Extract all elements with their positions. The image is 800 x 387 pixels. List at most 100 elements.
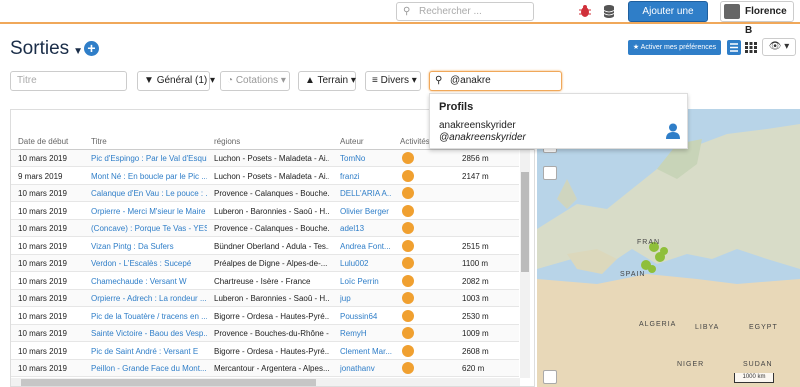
table-row[interactable]: 10 mars 2019 Vizan Pintg : Da Sufers Bündn… <box>11 238 519 255</box>
table-row[interactable]: 9 mars 2019 Mont Né : En boucle par le Pi… <box>11 168 519 185</box>
cell-author[interactable]: Lulu002 <box>340 255 392 272</box>
cell-title[interactable]: Orpierre - Merci M'sieur le Maire <box>91 203 207 220</box>
scrollbar-thumb[interactable] <box>21 379 316 386</box>
cell-author[interactable]: franzi <box>340 168 392 185</box>
column-activities[interactable]: Activités <box>400 137 430 146</box>
table-row[interactable]: 10 mars 2019 Calanque d'En Vau : Le pouce… <box>11 185 519 202</box>
cotations-filter-button[interactable]: ◔ Cotations ▾ <box>220 71 290 91</box>
cell-title[interactable]: Mont Né : En boucle par le Pic ... <box>91 168 207 185</box>
table-row[interactable]: 10 mars 2019 Sainte Victoire - Baou des V… <box>11 325 519 342</box>
search-icon: ⚲ <box>435 75 443 86</box>
cell-author[interactable]: Olivier Berger <box>340 203 392 220</box>
map-label: ALGERIA <box>639 321 677 328</box>
cell-title[interactable]: Pic de la Touatère / tracens en ... <box>91 308 207 325</box>
visibility-dropdown[interactable]: 👁 ▾ <box>762 38 796 56</box>
table-row[interactable]: 10 mars 2019 Pic de Saint André : Versant… <box>11 343 519 360</box>
activity-icon <box>402 238 418 255</box>
cell-author[interactable]: RemyH <box>340 325 392 342</box>
user-icon[interactable] <box>666 123 680 139</box>
cell-region: Luberon - Baronnies - Saoû - H... <box>214 206 329 216</box>
profile-handle[interactable]: @anakreenskyrider <box>439 132 526 143</box>
layers-icon[interactable] <box>543 370 557 384</box>
filter-icon: ▼ <box>144 75 157 86</box>
bug-icon[interactable] <box>578 4 592 18</box>
column-regions[interactable]: régions <box>214 137 240 146</box>
table-row[interactable]: 10 mars 2019 Orpierre - Adrech : La ronde… <box>11 290 519 307</box>
page-title[interactable]: Sorties ▼ <box>10 38 83 60</box>
column-author[interactable]: Auteur <box>340 137 364 146</box>
global-search-placeholder: Rechercher ... <box>419 6 482 17</box>
cell-altitude: 2608 m <box>462 346 489 356</box>
map-marker-cluster[interactable] <box>648 265 656 273</box>
cell-altitude: 2856 m <box>462 154 489 163</box>
user-menu[interactable]: Florence B <box>720 1 794 36</box>
scrollbar-thumb[interactable] <box>521 172 529 272</box>
cell-region: Chartreuse - Isère - France <box>214 276 311 286</box>
map-marker-cluster[interactable] <box>655 252 665 262</box>
table-row[interactable]: 10 mars 2019 Pic d'Espingo : Par le Val d… <box>11 150 519 167</box>
user-search-input[interactable]: ⚲ @anakre <box>429 71 562 91</box>
cell-altitude: 1003 m <box>462 294 489 303</box>
table-row[interactable]: 10 mars 2019 Peillon - Grande Face du Mon… <box>11 360 519 377</box>
column-title[interactable]: Titre <box>91 137 107 146</box>
table-row[interactable]: 10 mars 2019 Verdon - L'Escalès : Sucepé P… <box>11 255 519 272</box>
add-icon[interactable]: + <box>84 41 99 56</box>
cell-date: 10 mars 2019 <box>18 364 67 373</box>
cell-title[interactable]: Orpierre - Adrech : La rondeur ... <box>91 290 207 307</box>
cell-title[interactable]: Calanque d'En Vau : Le pouce : ... <box>91 185 207 202</box>
table-row[interactable]: 10 mars 2019 Orpierre - Merci M'sieur le … <box>11 203 519 220</box>
cell-author[interactable]: Loïc Perrin <box>340 273 392 290</box>
cell-region: Provence - Calanques - Bouche... <box>214 189 329 198</box>
cell-altitude <box>462 203 512 220</box>
cell-author[interactable]: TomNo <box>340 150 392 167</box>
cell-author[interactable]: Poussin64 <box>340 308 392 325</box>
mountain-icon: ▲ <box>305 75 318 86</box>
title-filter-input[interactable]: Titre <box>10 71 127 91</box>
cell-altitude <box>462 185 512 202</box>
cell-title[interactable]: Chamechaude : Versant W <box>91 273 207 290</box>
cell-author[interactable]: jup <box>340 290 392 307</box>
cell-author[interactable]: adel13 <box>340 220 392 237</box>
add-outing-button[interactable]: Ajouter une sortie <box>628 1 708 36</box>
cell-author[interactable]: DELL'ARIA A... <box>340 185 392 202</box>
cell-title[interactable]: Pic de Saint André : Versant E <box>91 343 207 360</box>
column-date[interactable]: Date de début <box>18 137 68 146</box>
avatar <box>724 4 740 19</box>
cell-region: Luchon - Posets - Maladeta - Ai... <box>214 154 329 163</box>
cell-title[interactable]: (Concave) : Porque Te Vas - YES... <box>91 220 207 237</box>
cell-date: 10 mars 2019 <box>18 294 67 303</box>
locate-icon[interactable] <box>543 166 557 180</box>
cell-date: 10 mars 2019 <box>18 276 67 286</box>
cell-author[interactable]: jonathanv <box>340 360 392 377</box>
table-row[interactable]: 10 mars 2019 Chamechaude : Versant W Chart… <box>11 273 519 290</box>
grid-view-icon[interactable] <box>744 40 758 55</box>
list-view-icon[interactable] <box>727 40 741 55</box>
activity-icon <box>402 290 418 307</box>
map-label: NIGER <box>677 361 705 368</box>
general-filter-button[interactable]: ▼ Général (1) ▾ <box>137 71 215 91</box>
cell-title[interactable]: Sainte Victoire - Baou des Vesp... <box>91 325 207 342</box>
table-row[interactable]: 10 mars 2019 (Concave) : Porque Te Vas - … <box>11 220 519 237</box>
cell-altitude: 2530 m <box>462 311 489 321</box>
cell-title[interactable]: Pic d'Espingo : Par le Val d'Esqui... <box>91 150 207 167</box>
map-label: SPAIN <box>620 271 646 278</box>
cell-author[interactable]: Andrea Font... <box>340 238 392 255</box>
map[interactable]: FRAN SPAIN ALGERIA LIBYA EGYPT NIGER SUD… <box>537 109 800 387</box>
terrain-filter-button[interactable]: ▲ Terrain ▾ <box>298 71 356 91</box>
cell-title[interactable]: Peillon - Grande Face du Mont... <box>91 360 207 377</box>
table-row[interactable]: 10 mars 2019 Pic de la Touatère / tracens… <box>11 308 519 325</box>
activity-icon <box>402 168 418 185</box>
activity-icon <box>402 185 418 202</box>
horizontal-scrollbar[interactable] <box>11 378 520 386</box>
cell-title[interactable]: Vizan Pintg : Da Sufers <box>91 238 207 255</box>
vertical-scrollbar[interactable] <box>520 150 530 378</box>
divers-filter-button[interactable]: ≡ Divers ▾ <box>365 71 421 91</box>
global-search-input[interactable]: ⚲ Rechercher ... <box>396 2 534 21</box>
cell-author[interactable]: Clement Mar... <box>340 343 392 360</box>
map-label: SUDAN <box>743 361 773 368</box>
cell-title[interactable]: Verdon - L'Escalès : Sucepé <box>91 255 207 272</box>
database-icon[interactable] <box>603 4 615 18</box>
profile-name[interactable]: anakreenskyrider <box>439 120 516 131</box>
map-label: FRAN <box>637 239 661 246</box>
activate-preferences-button[interactable]: ★ Activer mes préférences <box>628 40 721 55</box>
